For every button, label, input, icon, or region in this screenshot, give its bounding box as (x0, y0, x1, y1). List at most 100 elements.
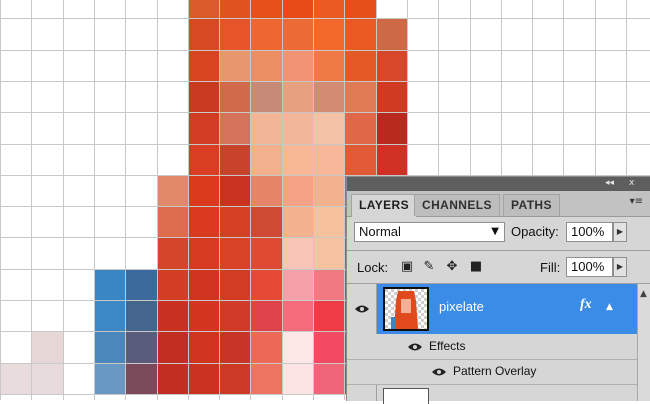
fill-field[interactable]: 100% (566, 257, 613, 277)
canvas-pixel (157, 238, 189, 270)
canvas-pixel (251, 50, 283, 82)
canvas-pixel (188, 238, 220, 270)
canvas-pixel (314, 50, 345, 82)
grid-line (0, 49, 650, 51)
canvas-pixel (376, 113, 408, 145)
canvas-pixel (251, 301, 283, 332)
panel-scrollbar[interactable]: ▲ (637, 284, 650, 401)
canvas-pixel (251, 238, 283, 270)
canvas-pixel (32, 332, 64, 364)
effects-row[interactable]: Effects (347, 334, 637, 360)
fx-icon[interactable]: fx (580, 297, 592, 313)
grid-line (0, 112, 650, 114)
canvas-pixel (345, 50, 377, 82)
canvas-pixel (157, 332, 189, 364)
canvas-pixel (157, 363, 189, 395)
grid-line (281, 0, 283, 400)
canvas-pixel (376, 81, 408, 113)
canvas-pixel (220, 0, 252, 19)
canvas-pixel (188, 301, 220, 332)
canvas-pixel (282, 81, 314, 113)
canvas-pixel (188, 19, 220, 51)
grid-line (0, 80, 650, 82)
panel-menu-icon[interactable]: ▾≡ (630, 196, 643, 207)
divider (347, 250, 650, 251)
canvas-pixel (188, 363, 220, 395)
canvas-pixel (188, 207, 220, 239)
layer-thumbnail (383, 287, 429, 331)
layer-name[interactable]: pixelate (439, 299, 484, 314)
expand-effects-icon[interactable]: ▲ (606, 302, 613, 312)
canvas-pixel (220, 113, 252, 145)
canvas-pixel (314, 301, 345, 332)
fill-slider-arrow[interactable]: ▶ (613, 257, 627, 277)
collapse-panel-icon[interactable]: ◂◂ (605, 178, 614, 189)
tab-channels[interactable]: CHANNELS (414, 194, 500, 216)
canvas-pixel (251, 363, 283, 395)
visibility-toggle[interactable] (347, 385, 377, 401)
tab-layers[interactable]: LAYERS (351, 194, 417, 217)
canvas-pixel (345, 0, 377, 19)
canvas-pixel (157, 175, 189, 207)
scroll-up-icon[interactable]: ▲ (640, 289, 647, 299)
canvas-pixel (282, 175, 314, 207)
blend-mode-value: Normal (359, 224, 401, 239)
layer-row-pixelate[interactable]: pixelate fx ▲ (347, 284, 637, 334)
chevron-down-icon: ▼ (491, 226, 499, 237)
canvas-pixel (126, 332, 158, 364)
visibility-toggle[interactable] (347, 284, 377, 334)
eye-icon[interactable] (407, 342, 423, 352)
canvas-pixel (314, 175, 345, 207)
canvas-pixel (220, 238, 252, 270)
effect-row-pattern-overlay[interactable]: Pattern Overlay (347, 359, 637, 385)
layer-row[interactable] (347, 385, 637, 404)
canvas-pixel (251, 0, 283, 19)
canvas-pixel (314, 144, 345, 176)
canvas-pixel (282, 19, 314, 51)
panel-tabs: LAYERS CHANNELS PATHS ▾≡ (347, 191, 650, 217)
canvas-pixel (282, 50, 314, 82)
opacity-slider-arrow[interactable]: ▶ (613, 222, 627, 242)
canvas-pixel (282, 301, 314, 332)
grid-line (156, 0, 158, 400)
canvas-pixel (251, 269, 283, 301)
canvas-pixel (188, 113, 220, 145)
canvas-pixel (345, 19, 377, 51)
layer-thumbnail (383, 388, 429, 404)
canvas-pixel (282, 207, 314, 239)
lock-all-icon[interactable]: ■ (469, 260, 483, 274)
canvas-pixel (345, 144, 377, 176)
lock-brush-icon[interactable]: ✎ (422, 260, 436, 274)
opacity-field[interactable]: 100% (566, 222, 613, 242)
canvas-pixel (282, 113, 314, 145)
grid-line (31, 0, 33, 400)
canvas-pixel (32, 363, 64, 395)
canvas-pixel (251, 113, 283, 145)
grid-line (219, 0, 221, 400)
effects-label: Effects (429, 339, 466, 353)
lock-move-icon[interactable]: ✥ (445, 260, 459, 274)
canvas-pixel (157, 301, 189, 332)
canvas-pixel (314, 332, 345, 364)
canvas-pixel (188, 0, 220, 19)
canvas-pixel (282, 363, 314, 395)
effect-item-label: Pattern Overlay (453, 364, 537, 378)
canvas-pixel (314, 81, 345, 113)
canvas-pixel (251, 332, 283, 364)
canvas-pixel (314, 113, 345, 145)
tab-paths[interactable]: PATHS (503, 194, 560, 216)
canvas-pixel (157, 207, 189, 239)
canvas-pixel (94, 301, 126, 332)
grid-line (0, 0, 1, 400)
canvas-pixel (188, 332, 220, 364)
canvas-pixel (1, 363, 32, 395)
grid-line (125, 0, 127, 400)
lock-transparent-icon[interactable]: ▣ (400, 260, 414, 274)
canvas-pixel (220, 269, 252, 301)
eye-icon[interactable] (431, 367, 447, 377)
canvas-pixel (251, 207, 283, 239)
panel-title-bar[interactable]: ◂◂ x (347, 177, 650, 191)
close-panel-icon[interactable]: x (629, 178, 634, 189)
canvas-pixel (251, 144, 283, 176)
blend-mode-select[interactable]: Normal ▼ (354, 222, 505, 242)
